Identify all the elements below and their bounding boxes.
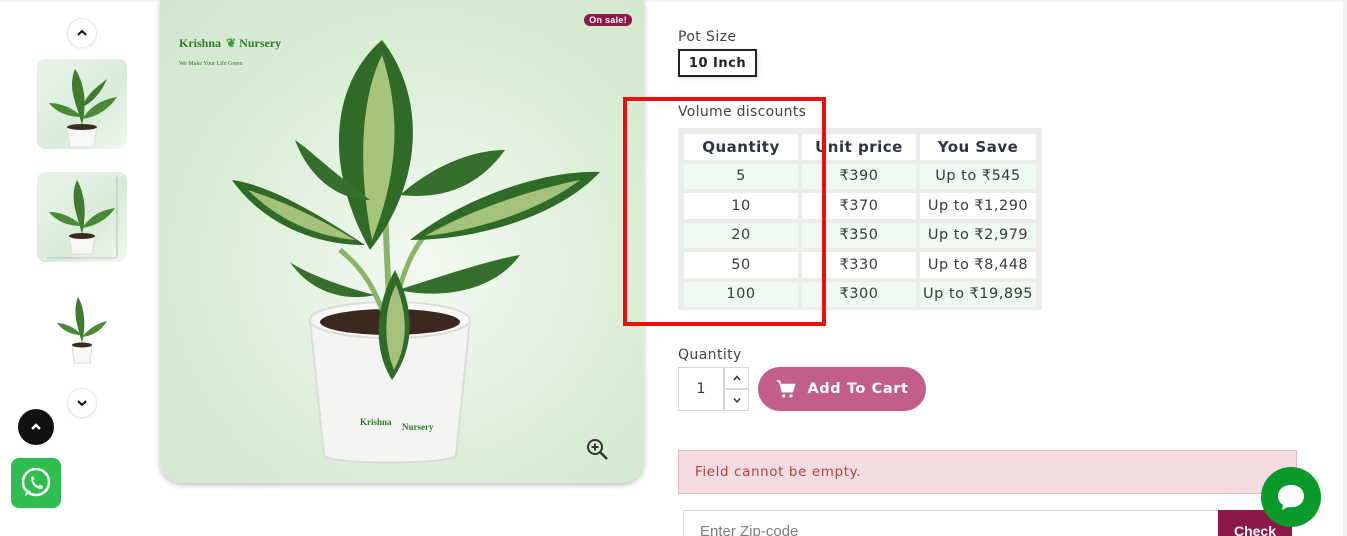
brand-logo: Krishna ❦ Nursery We Make Your Life Gree… [179, 32, 281, 67]
zoom-in-icon[interactable] [585, 437, 609, 461]
main-product-image[interactable]: Krishna Nursery Krishna ❦ Nursery We Mak… [160, 0, 644, 483]
cell-unit-price: ₹300 [802, 281, 916, 307]
svg-text:Nursery: Nursery [402, 422, 434, 432]
table-header-row: Quantity Unit price You Save [682, 132, 1038, 162]
cell-you-save: Up to ₹1,290 [920, 193, 1036, 219]
chat-bubble-icon [1278, 485, 1304, 510]
cell-quantity: 20 [684, 222, 798, 248]
logo-tagline: We Make Your Life Green [179, 61, 243, 67]
chevron-down-icon [732, 398, 741, 404]
cell-unit-price: ₹350 [802, 222, 916, 248]
scroll-to-top-button[interactable] [18, 409, 54, 445]
table-row: 5 ₹390 Up to ₹545 [682, 162, 1038, 192]
cell-you-save: Up to ₹2,979 [920, 222, 1036, 248]
cell-quantity: 50 [684, 252, 798, 278]
zip-code-input[interactable]: Enter Zip-code [683, 510, 1219, 536]
cell-quantity: 100 [684, 281, 798, 307]
cell-you-save: Up to ₹19,895 [920, 281, 1036, 307]
cell-you-save: Up to ₹8,448 [920, 252, 1036, 278]
logo-brand-left: Krishna [179, 36, 222, 50]
cell-unit-price: ₹370 [802, 193, 916, 219]
cell-unit-price: ₹330 [802, 252, 916, 278]
table-row: 10 ₹370 Up to ₹1,290 [682, 191, 1038, 221]
whatsapp-button[interactable] [11, 458, 61, 508]
sale-badge: On sale! [584, 14, 632, 26]
quantity-decrement-button[interactable] [724, 389, 749, 411]
header-unit-price: Unit price [802, 134, 916, 160]
quantity-increment-button[interactable] [724, 367, 749, 389]
header-quantity: Quantity [684, 134, 798, 160]
error-alert: Field cannot be empty. [678, 450, 1297, 494]
pot-size-label: Pot Size [678, 29, 737, 45]
table-row: 100 ₹300 Up to ₹19,895 [682, 280, 1038, 310]
volume-discounts-table: Quantity Unit price You Save 5 ₹390 Up t… [678, 128, 1042, 310]
add-to-cart-button[interactable]: Add To Cart [758, 367, 926, 411]
thumbnail-2[interactable] [37, 172, 127, 262]
error-message: Field cannot be empty. [695, 464, 862, 480]
cell-unit-price: ₹390 [802, 163, 916, 189]
volume-discounts-label: Volume discounts [678, 104, 807, 120]
cell-you-save: Up to ₹545 [920, 163, 1036, 189]
plant-image: Krishna Nursery [232, 40, 600, 464]
chevron-up-icon [77, 29, 87, 36]
plant-thumbnail-image [49, 69, 117, 148]
table-row: 50 ₹330 Up to ₹8,448 [682, 250, 1038, 280]
quantity-input[interactable]: 1 [678, 367, 724, 411]
plant-thumbnail-image [57, 297, 107, 364]
chevron-down-icon [77, 400, 87, 407]
thumbnail-scroll-up-button[interactable] [67, 18, 97, 48]
chat-button[interactable] [1261, 467, 1321, 527]
svg-text:Krishna: Krishna [360, 417, 392, 427]
thumbnail-scroll-down-button[interactable] [67, 388, 97, 418]
thumbnail-3[interactable] [37, 285, 127, 375]
page-scrollbar[interactable] [1343, 0, 1347, 536]
table-row: 20 ₹350 Up to ₹2,979 [682, 221, 1038, 251]
whatsapp-icon [21, 467, 51, 497]
quantity-label: Quantity [678, 347, 742, 363]
cell-quantity: 5 [684, 163, 798, 189]
chevron-up-icon [31, 423, 41, 430]
shopping-cart-icon [777, 380, 796, 398]
pot-size-option[interactable]: 10 Inch [678, 49, 757, 77]
thumbnail-1[interactable] [37, 59, 127, 149]
cell-quantity: 10 [684, 193, 798, 219]
logo-leaf-icon: ❦ [226, 36, 240, 50]
chevron-up-icon [732, 375, 741, 381]
add-to-cart-label: Add To Cart [807, 381, 909, 397]
plant-thumbnail-image [47, 177, 118, 259]
logo-brand-right: Nursery [239, 36, 282, 50]
header-you-save: You Save [920, 134, 1036, 160]
